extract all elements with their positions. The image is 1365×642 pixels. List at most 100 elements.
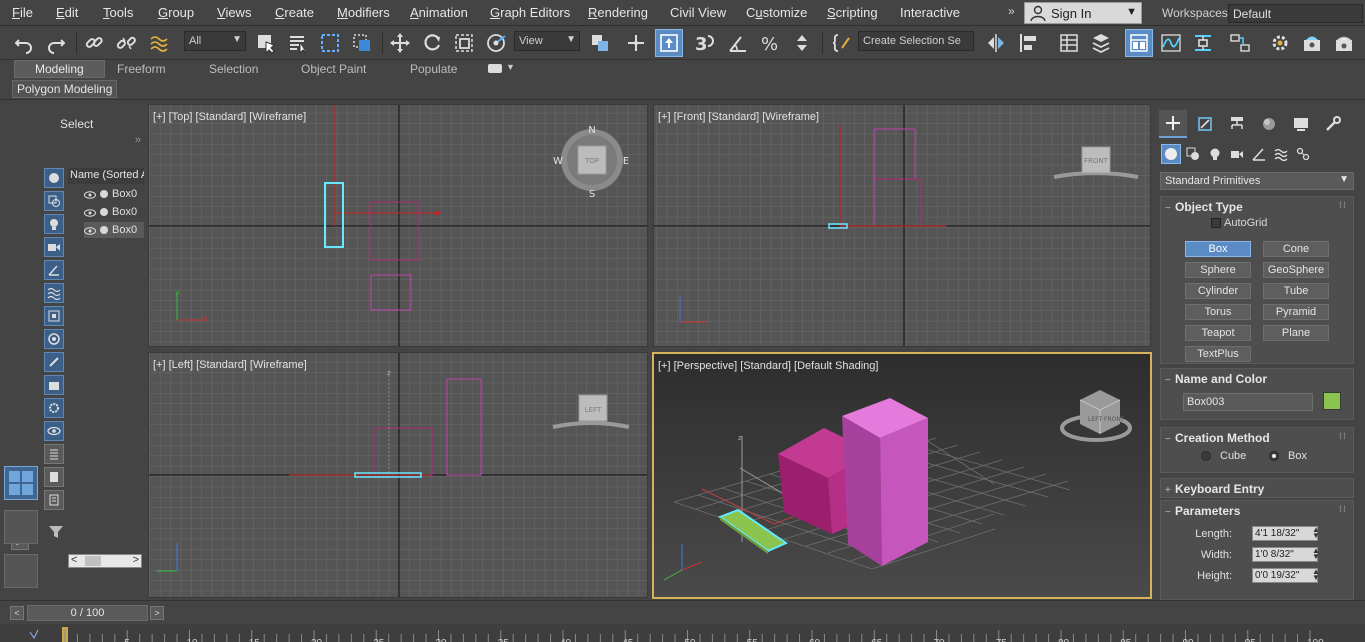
render-dot-icon[interactable] (100, 226, 108, 234)
plane-primitive-button[interactable]: Plane (1263, 325, 1329, 341)
viewport-perspective[interactable]: z LEFT FRONT [+] [Perspective] [Standard… (652, 352, 1152, 599)
create-tab-plus-icon[interactable] (1159, 110, 1187, 138)
time-next-button[interactable]: > (150, 606, 164, 620)
render-icon[interactable] (1330, 29, 1358, 57)
menu-animation[interactable]: Animation (410, 5, 468, 20)
menu-create[interactable]: Create (275, 5, 314, 20)
radio-circle-selected[interactable] (1269, 451, 1279, 461)
cylinder-primitive-button[interactable]: Cylinder (1185, 283, 1251, 299)
rendered-frame-icon[interactable] (1298, 29, 1326, 57)
render-dot-icon[interactable] (100, 190, 108, 198)
menu-rendering[interactable]: Rendering (588, 5, 648, 20)
teapot-primitive-button[interactable]: Teapot (1185, 325, 1251, 341)
spinner-icon[interactable]: ▲ ▼ (1312, 568, 1320, 582)
menu-overflow-chevron-icon[interactable]: » (1008, 4, 1015, 18)
details-icon[interactable] (44, 490, 64, 510)
unlink-icon[interactable] (112, 29, 140, 57)
eye-icon[interactable] (84, 190, 96, 199)
utilities-tab-wrench-icon[interactable] (1319, 110, 1347, 138)
radio-circle[interactable] (1201, 451, 1211, 461)
render-setup-icon[interactable] (1266, 29, 1294, 57)
menu-customize[interactable]: Customize (746, 5, 807, 20)
motion-tab-icon[interactable] (1255, 110, 1283, 138)
spinner-snap-icon[interactable] (788, 29, 816, 57)
render-cloud-icon[interactable] (1360, 29, 1365, 57)
snap-toggle-icon[interactable]: 3 (690, 29, 718, 57)
move-icon[interactable] (386, 29, 414, 57)
viewport-top-label[interactable]: [+] [Top] [Standard] [Wireframe] (153, 111, 306, 123)
param-height-input[interactable]: 0'0 19/32" (1252, 568, 1318, 583)
ribbon-tab-modeling[interactable]: Modeling (14, 60, 105, 78)
explorer-column-header[interactable]: Name (Sorted A (68, 168, 144, 184)
ribbon-tab-selection[interactable]: Selection (209, 60, 258, 78)
selection-filter-select[interactable]: All ▼ (184, 31, 246, 51)
scale-icon[interactable] (450, 29, 478, 57)
geometry-filter-icon[interactable] (44, 168, 64, 188)
menu-group[interactable]: Group (158, 5, 194, 20)
explorer-row-selected[interactable]: Box0 (84, 222, 144, 238)
scroll-right-icon[interactable]: > (133, 554, 139, 566)
tube-primitive-button[interactable]: Tube (1263, 283, 1329, 299)
spinner-icon[interactable]: ▲ ▼ (1312, 526, 1320, 540)
scroll-left-icon[interactable]: < (71, 554, 77, 566)
display-tab-icon[interactable] (1287, 110, 1315, 138)
menu-views[interactable]: Views (217, 5, 251, 20)
creation-method-cube-radio[interactable]: Cube (1201, 450, 1246, 462)
explorer-row[interactable]: Box0 (84, 204, 144, 220)
funnel-filter-icon[interactable] (48, 524, 64, 540)
hierarchy-tab-icon[interactable] (1223, 110, 1251, 138)
material-editor-icon[interactable] (1226, 29, 1254, 57)
percent-snap-icon[interactable]: % (756, 29, 784, 57)
primitive-category-dropdown[interactable]: Standard Primitives ▼ (1160, 172, 1354, 190)
schematic-view-icon[interactable] (1189, 29, 1217, 57)
viewport-front[interactable]: FRONT [+] [Front] [Standard] [Wireframe] (653, 104, 1151, 347)
shapes-category-icon[interactable] (1183, 144, 1203, 164)
viewport-perspective-label[interactable]: [+] [Perspective] [Standard] [Default Sh… (658, 360, 878, 372)
spacewarps-category-icon[interactable] (1271, 144, 1291, 164)
explorer-horizontal-scrollbar[interactable]: < > (68, 554, 142, 568)
particles-filter-icon[interactable] (44, 398, 64, 418)
bind-spacewarp-icon[interactable] (145, 29, 173, 57)
scroll-thumb[interactable] (85, 556, 101, 566)
manipulate-icon[interactable] (622, 29, 650, 57)
rollout-name-and-color-header[interactable]: − Name and Color (1161, 369, 1353, 389)
object-color-swatch[interactable] (1323, 392, 1341, 410)
mirror-icon[interactable] (982, 29, 1010, 57)
menu-graph-editors[interactable]: Graph Editors (490, 5, 570, 20)
render-dot-icon[interactable] (100, 208, 108, 216)
shapes-filter-icon[interactable] (44, 191, 64, 211)
cameras-filter-icon[interactable] (44, 237, 64, 257)
eye-icon[interactable] (84, 208, 96, 217)
undo-icon[interactable] (10, 29, 38, 57)
viewport-layout-alt-button[interactable] (4, 554, 38, 588)
viewport-layout-single-button[interactable] (4, 510, 38, 544)
textplus-primitive-button[interactable]: TextPlus (1185, 346, 1251, 362)
menu-civil-view[interactable]: Civil View (670, 5, 726, 20)
scene-explorer-icon[interactable] (1055, 29, 1083, 57)
lights-category-icon[interactable] (1205, 144, 1225, 164)
select-object-icon[interactable] (252, 29, 280, 57)
rollout-parameters-header[interactable]: − Parameters ⁞⁞ (1161, 501, 1353, 521)
track-bar-ruler[interactable]: 5 10 15 20 25 30 35 40 45 50 55 60 65 70 75 80 85 90 95 100 (0, 624, 1365, 642)
polygon-modeling-tab[interactable]: Polygon Modeling (12, 80, 118, 98)
pivot-icon[interactable] (586, 29, 614, 57)
align-icon[interactable] (1014, 29, 1042, 57)
spinner-icon[interactable]: ▲ ▼ (1312, 547, 1320, 561)
systems-category-icon[interactable] (1293, 144, 1313, 164)
menu-modifiers[interactable]: Modifiers (337, 5, 390, 20)
autogrid-checkbox-box[interactable] (1211, 218, 1221, 228)
param-width-input[interactable]: 1'0 8/32" (1252, 547, 1318, 562)
spacewarps-filter-icon[interactable] (44, 283, 64, 303)
viewport-front-label[interactable]: [+] [Front] [Standard] [Wireframe] (658, 111, 819, 123)
menu-scripting[interactable]: Scripting (827, 5, 878, 20)
visibility-filter-icon[interactable] (44, 421, 64, 441)
layer-explorer-icon[interactable] (1087, 29, 1115, 57)
menu-file[interactable]: File (12, 5, 33, 20)
xrefs-filter-icon[interactable] (44, 329, 64, 349)
eye-icon[interactable] (84, 226, 96, 235)
lights-filter-icon[interactable] (44, 214, 64, 234)
ribbon-options-icon[interactable] (488, 64, 502, 73)
workspaces-select[interactable]: Default (1228, 4, 1363, 23)
helpers-filter-icon[interactable] (44, 260, 64, 280)
keyboard-shortcut-icon[interactable] (655, 29, 683, 57)
